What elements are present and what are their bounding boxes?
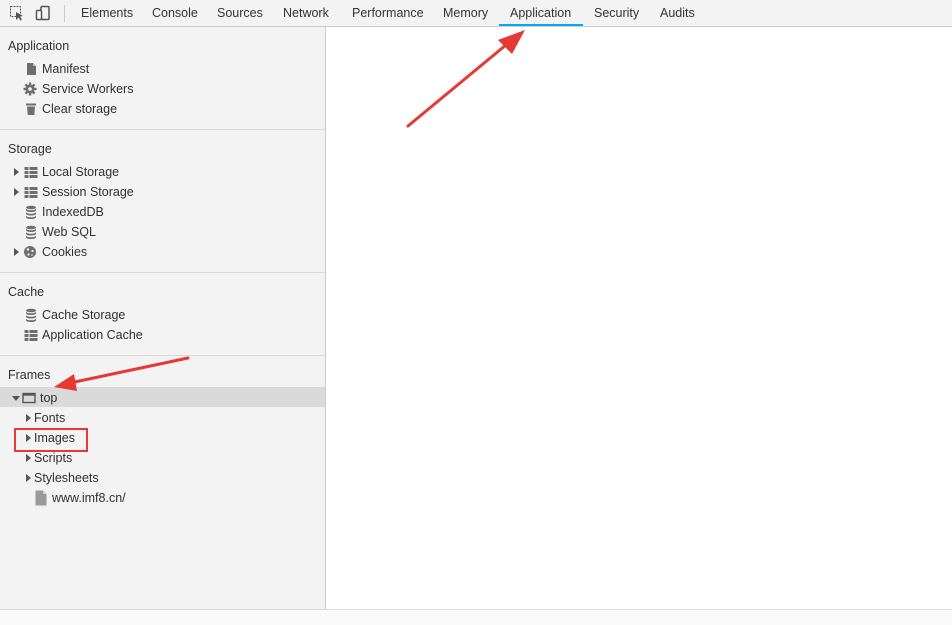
grid-icon — [24, 185, 38, 199]
sidebar-item-label: Cookies — [42, 245, 88, 259]
sidebar-item-label: Clear storage — [42, 102, 118, 116]
sidebar-item-document[interactable]: www.imf8.cn/ — [0, 488, 325, 508]
gear-icon — [23, 82, 37, 96]
sidebar-item-label: www.imf8.cn/ — [52, 491, 126, 505]
active-tab-indicator — [499, 24, 583, 26]
section-divider — [0, 355, 325, 356]
cookie-icon — [23, 245, 37, 259]
sidebar-item-label: Stylesheets — [34, 471, 99, 485]
trash-icon — [24, 102, 38, 116]
tab-memory[interactable]: Memory — [443, 0, 488, 27]
section-title-storage: Storage — [8, 142, 52, 156]
sidebar-item-manifest[interactable]: Manifest — [0, 59, 325, 79]
expand-arrow-icon[interactable] — [26, 474, 31, 482]
sidebar-item-clear-storage[interactable]: Clear storage — [0, 99, 325, 119]
sidebar-item-web-sql[interactable]: Web SQL — [0, 222, 325, 242]
sidebar-item-label: Manifest — [42, 62, 90, 76]
sidebar-item-label: top — [40, 391, 58, 405]
sidebar-item-label: Web SQL — [42, 225, 96, 239]
expand-arrow-icon[interactable] — [14, 188, 19, 196]
sidebar-item-label: Service Workers — [42, 82, 134, 96]
frame-icon — [22, 391, 36, 405]
sidebar-item-label: Session Storage — [42, 185, 134, 199]
sidebar-item-label: Cache Storage — [42, 308, 126, 322]
tab-console[interactable]: Console — [152, 0, 198, 27]
toolbar-divider — [64, 5, 65, 22]
sidebar-item-label: Local Storage — [42, 165, 120, 179]
sidebar-item-service-workers[interactable]: Service Workers — [0, 79, 325, 99]
section-title-cache: Cache — [8, 285, 45, 299]
sidebar-item-label: IndexedDB — [42, 205, 104, 219]
sidebar-item-cache-storage[interactable]: Cache Storage — [0, 305, 325, 325]
sidebar-item-label: Application Cache — [42, 328, 143, 342]
sidebar-item-fonts[interactable]: Fonts — [0, 408, 325, 428]
expand-arrow-icon[interactable] — [14, 248, 19, 256]
sidebar-item-session-storage[interactable]: Session Storage — [0, 182, 325, 202]
devtools-toolbar: Elements Console Sources Network Perform… — [0, 0, 952, 27]
annotation-highlight-box — [14, 428, 88, 452]
sidebar-item-cookies[interactable]: Cookies — [0, 242, 325, 262]
section-divider — [0, 129, 325, 130]
tab-application[interactable]: Application — [510, 0, 571, 27]
expand-arrow-icon[interactable] — [26, 414, 31, 422]
tab-performance[interactable]: Performance — [352, 0, 424, 27]
tab-security[interactable]: Security — [594, 0, 639, 27]
tab-network[interactable]: Network — [283, 0, 329, 27]
document-icon — [24, 62, 38, 76]
expand-arrow-icon[interactable] — [14, 168, 19, 176]
collapse-arrow-icon[interactable] — [12, 396, 20, 401]
database-icon — [24, 225, 38, 239]
sidebar-item-indexeddb[interactable]: IndexedDB — [0, 202, 325, 222]
tab-sources[interactable]: Sources — [217, 0, 263, 27]
bottom-strip — [0, 609, 952, 625]
expand-arrow-icon[interactable] — [26, 454, 31, 462]
section-title-application: Application — [8, 39, 70, 53]
tab-audits[interactable]: Audits — [660, 0, 695, 27]
sidebar-item-label: Fonts — [34, 411, 66, 425]
device-toolbar-icon[interactable] — [35, 5, 51, 21]
sidebar-item-local-storage[interactable]: Local Storage — [0, 162, 325, 182]
database-icon — [24, 205, 38, 219]
grid-icon — [24, 328, 38, 342]
sidebar-item-frame-top[interactable]: top — [0, 388, 325, 408]
main-panel — [327, 27, 952, 609]
application-sidebar: Application Manifest Service Workers Cle… — [0, 27, 326, 609]
document-icon — [34, 490, 48, 506]
section-divider — [0, 272, 325, 273]
sidebar-item-stylesheets[interactable]: Stylesheets — [0, 468, 325, 488]
sidebar-item-application-cache[interactable]: Application Cache — [0, 325, 325, 345]
section-title-frames: Frames — [8, 368, 51, 382]
database-icon — [24, 308, 38, 322]
tab-elements[interactable]: Elements — [81, 0, 133, 27]
inspect-element-icon[interactable] — [9, 5, 25, 21]
grid-icon — [24, 165, 38, 179]
